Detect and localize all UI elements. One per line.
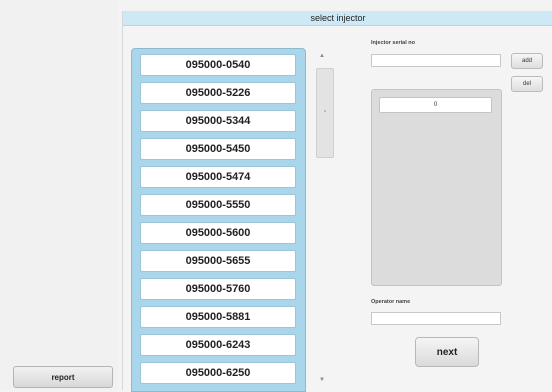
left-panel: report [0, 0, 118, 390]
add-button[interactable]: add [511, 53, 543, 69]
scrollbar-thumb[interactable] [316, 68, 334, 158]
serial-label: Injector serial no [371, 40, 416, 46]
grip-icon [324, 110, 326, 112]
injector-item-8[interactable]: 095000-5655 [140, 250, 296, 272]
injector-item-12[interactable]: 095000-6250 [140, 362, 296, 384]
scroll-down-icon[interactable]: ▼ [319, 377, 325, 383]
injector-item-2[interactable]: 095000-5226 [140, 82, 296, 104]
injector-item-7[interactable]: 095000-5600 [140, 222, 296, 244]
del-button[interactable]: del [511, 76, 543, 92]
serial-item[interactable]: 0 [379, 97, 492, 113]
serial-input[interactable] [371, 54, 501, 67]
operator-input[interactable] [371, 312, 501, 325]
next-button[interactable]: next [415, 337, 479, 367]
operator-label: Operator name [371, 299, 411, 305]
injector-item-6[interactable]: 095000-5550 [140, 194, 296, 216]
injector-item-1[interactable]: 095000-0540 [140, 54, 296, 76]
scroll-up-icon[interactable]: ▲ [319, 53, 325, 59]
injector-item-11[interactable]: 095000-6243 [140, 334, 296, 356]
panel-title: select injector [123, 11, 552, 26]
injector-item-4[interactable]: 095000-5450 [140, 138, 296, 160]
injector-item-9[interactable]: 095000-5760 [140, 278, 296, 300]
injector-item-10[interactable]: 095000-5881 [140, 306, 296, 328]
report-button[interactable]: report [13, 366, 113, 388]
serial-list: 0 [371, 89, 502, 286]
injector-list: 095000-0540 095000-5226 095000-5344 0950… [131, 48, 306, 392]
injector-item-5[interactable]: 095000-5474 [140, 166, 296, 188]
injector-item-3[interactable]: 095000-5344 [140, 110, 296, 132]
main-panel: select injector 095000-0540 095000-5226 … [122, 11, 552, 392]
